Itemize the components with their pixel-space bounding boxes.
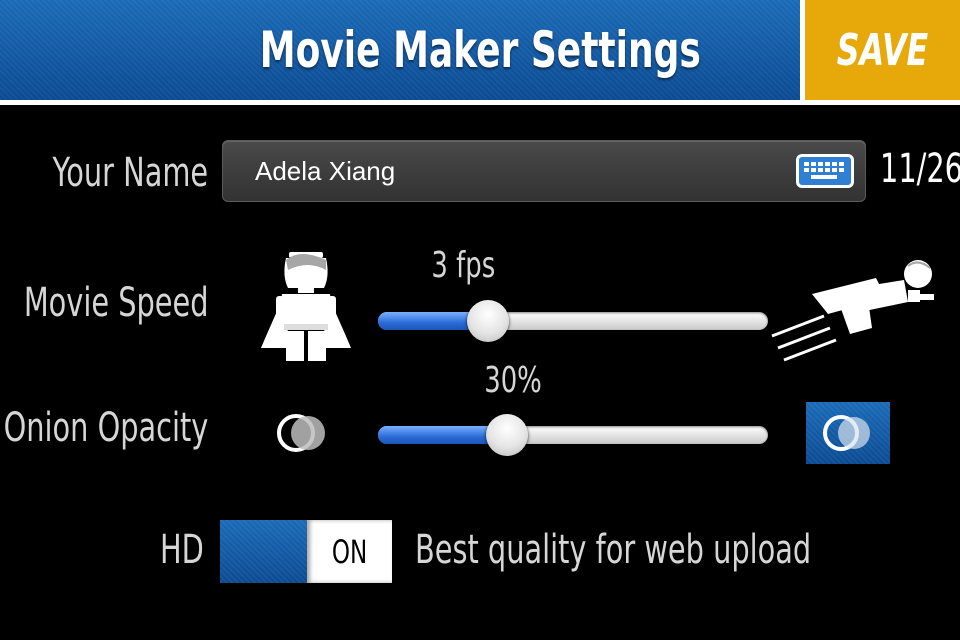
speed-slider[interactable] [378,300,768,342]
char-count: 11/26 [880,146,960,206]
onion-skin-icon [277,414,325,452]
hd-toggle[interactable]: ON [220,520,392,583]
onion-value-text: 30% [484,360,542,401]
onion-slider[interactable] [378,414,768,456]
name-label: Your Name [0,150,208,196]
onion-skin-icon [823,415,870,451]
name-input[interactable]: Adela Xiang [222,140,866,202]
char-count-text: 11/26 [880,146,960,192]
onion-slider-thumb[interactable] [486,414,528,456]
onion-label-text: Onion Opacity [3,405,208,451]
speed-value-text: 3 fps [431,245,495,286]
keyboard-icon[interactable] [796,154,854,188]
onion-slider-fill [378,426,499,444]
hd-toggle-state-text: ON [331,532,368,571]
speed-slider-fill [378,312,480,330]
save-button[interactable]: SAVE [805,0,960,100]
speed-slider-thumb[interactable] [466,300,509,342]
lego-minifig-standing-icon [261,252,351,361]
onion-skin-toggle-button[interactable] [806,402,890,464]
lego-minifig-flying-icon [771,260,934,362]
onion-value: 30% [413,360,613,401]
hd-label-text: HD [160,527,204,573]
save-button-label: SAVE [836,24,929,76]
name-input-value: Adela Xiang [255,156,396,186]
header-underline [0,100,960,105]
hd-toggle-state: ON [307,520,392,583]
onion-label: Onion Opacity [0,405,208,451]
hd-description-text: Best quality for web upload [415,527,812,573]
hd-label: HD [160,527,210,573]
speed-label-text: Movie Speed [23,280,208,326]
hd-description: Best quality for web upload [415,527,915,573]
header-bar [0,0,800,100]
speed-value: 3 fps [363,245,563,286]
hd-toggle-knob [220,520,307,583]
speed-label: Movie Speed [0,280,208,326]
name-label-text: Your Name [52,150,208,196]
